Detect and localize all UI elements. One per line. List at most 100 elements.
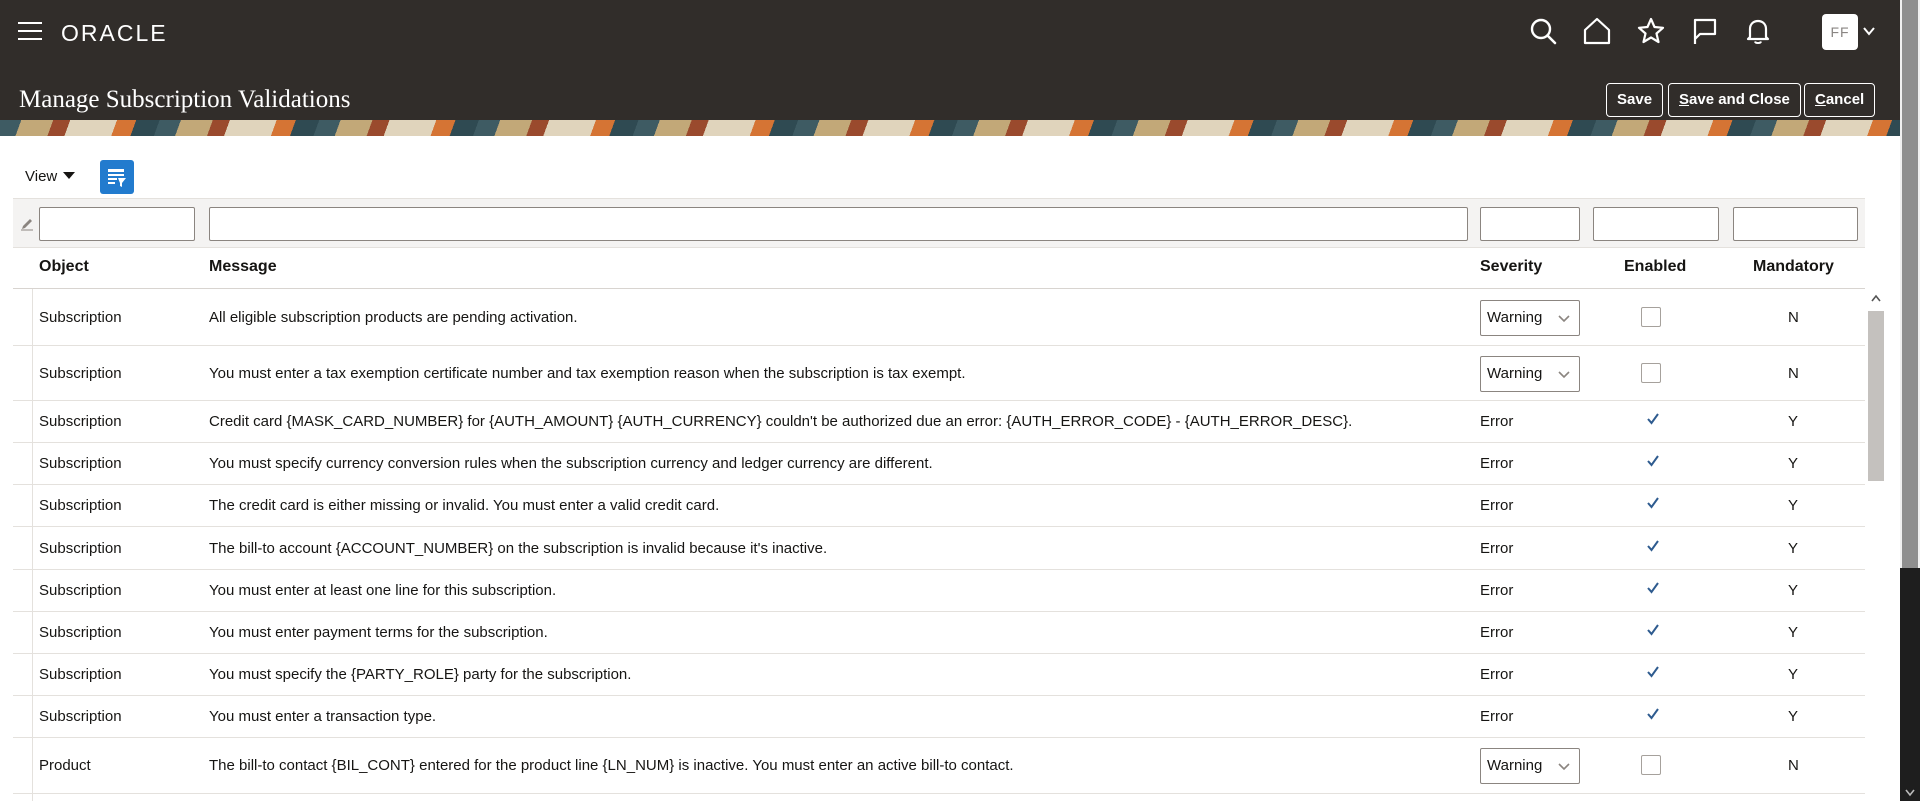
message-cell: The bill-to contact {BIL_CONT} entered f… <box>209 757 1014 774</box>
oracle-logo: ORACLE <box>61 20 168 46</box>
severity-select[interactable]: Warning <box>1480 300 1580 336</box>
mandatory-cell: Y <box>1788 582 1799 599</box>
severity-cell: Error <box>1480 413 1514 430</box>
severity-cell: Error <box>1480 497 1514 514</box>
page-title: Manage Subscription Validations <box>19 86 351 113</box>
object-cell: Subscription <box>39 309 122 326</box>
mandatory-cell: N <box>1788 364 1799 382</box>
cancel-label: ancel <box>1825 91 1865 108</box>
table-scroll-thumb[interactable] <box>1868 311 1884 481</box>
severity-select-value: Warning <box>1487 309 1543 326</box>
message-cell: The bill-to account {ACCOUNT_NUMBER} on … <box>209 539 828 557</box>
checkmark-icon <box>1647 413 1659 425</box>
menu-icon[interactable] <box>18 22 42 42</box>
object-cell: Subscription <box>39 539 122 557</box>
view-menu-label: View <box>25 168 58 185</box>
severity-cell: Error <box>1480 666 1514 683</box>
search-icon[interactable] <box>1528 16 1558 46</box>
severity-select[interactable]: Warning <box>1480 355 1580 392</box>
severity-select-value: Warning <box>1487 364 1543 382</box>
severity-cell: Error <box>1480 455 1514 472</box>
mandatory-cell: N <box>1788 309 1799 326</box>
checkmark-icon <box>1647 497 1659 509</box>
view-menu[interactable]: View <box>25 168 76 185</box>
message-cell: You must enter a transaction type. <box>209 708 437 725</box>
favorites-star-icon[interactable] <box>1636 16 1666 46</box>
cancel-button[interactable]: Cancel <box>1804 83 1876 117</box>
page-scroll-track <box>1900 568 1920 801</box>
severity-select-value: Warning <box>1487 757 1543 774</box>
object-cell: Subscription <box>39 364 122 382</box>
user-avatar[interactable]: FF <box>1822 14 1858 50</box>
decorative-banner <box>0 120 1920 136</box>
column-header-severity[interactable]: Severity <box>1480 258 1542 276</box>
object-cell: Product <box>39 757 91 774</box>
chevron-down-icon <box>1558 315 1570 323</box>
chevron-down-icon <box>1558 370 1570 378</box>
enabled-checkbox[interactable] <box>1641 362 1661 383</box>
cancel-mnemonic: C <box>1815 91 1826 108</box>
save-and-close-label: ave and Close <box>1689 91 1790 108</box>
message-cell: Credit card {MASK_CARD_NUMBER} for {AUTH… <box>209 413 1353 430</box>
page-scroll-thumb[interactable] <box>1902 0 1918 568</box>
severity-filter-input[interactable] <box>1480 207 1580 241</box>
enabled-checkbox[interactable] <box>1641 307 1661 327</box>
mandatory-cell: Y <box>1788 497 1799 514</box>
freeze-columns-icon <box>108 169 126 187</box>
column-header-mandatory[interactable]: Mandatory <box>1753 258 1834 276</box>
table-vertical-scrollbar[interactable] <box>1866 289 1886 801</box>
header-divider <box>13 288 1865 289</box>
enabled-filter-input[interactable] <box>1593 207 1719 241</box>
message-cell: You must specify currency conversion rul… <box>209 455 933 472</box>
chevron-down-icon <box>1558 763 1570 771</box>
mandatory-cell: Y <box>1788 708 1799 725</box>
object-cell: Subscription <box>39 582 122 599</box>
severity-cell: Error <box>1480 582 1514 599</box>
message-cell: You must enter payment terms for the sub… <box>209 624 548 641</box>
message-cell: You must specify the {PARTY_ROLE} party … <box>209 666 632 683</box>
save-button[interactable]: Save <box>1606 83 1664 117</box>
caret-down-icon <box>63 172 76 179</box>
mandatory-cell: N <box>1788 757 1799 774</box>
object-cell: Subscription <box>39 624 122 641</box>
notifications-bell-icon[interactable] <box>1743 16 1773 46</box>
scroll-up-icon[interactable] <box>1870 293 1882 305</box>
object-cell: Subscription <box>39 708 122 725</box>
enabled-checkbox[interactable] <box>1641 755 1661 775</box>
mandatory-cell: Y <box>1788 666 1799 683</box>
chevron-down-icon[interactable] <box>1862 24 1876 38</box>
object-filter-input[interactable] <box>39 207 195 241</box>
object-cell: Subscription <box>39 666 122 683</box>
mandatory-filter-input[interactable] <box>1733 207 1858 241</box>
severity-select[interactable]: Warning <box>1480 748 1580 784</box>
page-vertical-scrollbar[interactable] <box>1900 0 1920 801</box>
freeze-columns-button[interactable] <box>100 160 134 194</box>
checkmark-icon <box>1647 708 1659 720</box>
checkmark-icon <box>1647 624 1659 636</box>
message-cell: You must enter at least one line for thi… <box>209 582 557 599</box>
row-header-divider <box>32 289 33 801</box>
object-cell: Subscription <box>39 455 122 472</box>
object-cell: Subscription <box>39 497 122 514</box>
scroll-down-icon[interactable] <box>1904 786 1916 798</box>
message-cell: All eligible subscription products are p… <box>209 309 578 326</box>
column-header-object[interactable]: Object <box>39 258 89 276</box>
save-and-close-mnemonic: S <box>1679 91 1690 108</box>
severity-cell: Error <box>1480 708 1514 725</box>
home-icon[interactable] <box>1582 16 1612 46</box>
clear-filter-icon[interactable] <box>20 217 34 231</box>
message-filter-input[interactable] <box>209 207 1468 241</box>
severity-cell: Error <box>1480 539 1514 557</box>
checkmark-icon <box>1647 666 1659 678</box>
column-header-message[interactable]: Message <box>209 258 277 276</box>
message-cell: The credit card is either missing or inv… <box>209 497 720 514</box>
severity-cell: Error <box>1480 624 1514 641</box>
mandatory-cell: Y <box>1788 455 1799 472</box>
column-header-enabled[interactable]: Enabled <box>1624 258 1686 276</box>
message-cell: You must enter a tax exemption certifica… <box>209 364 966 382</box>
checkmark-icon <box>1647 582 1659 594</box>
mandatory-cell: Y <box>1788 624 1799 641</box>
object-cell: Subscription <box>39 413 122 430</box>
flag-icon[interactable] <box>1690 16 1720 46</box>
save-and-close-button[interactable]: Save and Close <box>1668 83 1801 117</box>
